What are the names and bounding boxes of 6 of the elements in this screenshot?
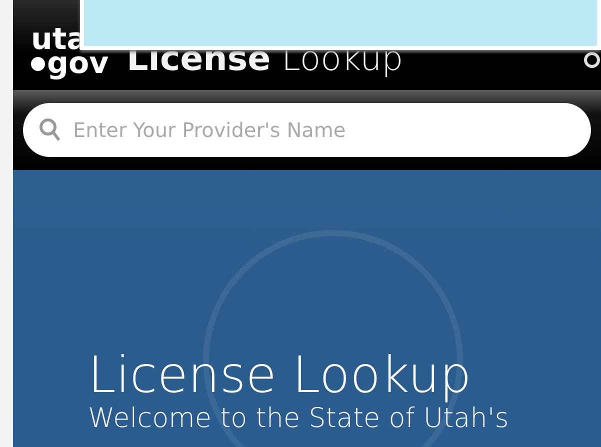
search-icon (39, 118, 61, 142)
search-field[interactable]: Enter Your Provider's Name (23, 103, 591, 157)
dot-icon (31, 57, 45, 71)
app-title: License Lookup (126, 42, 404, 76)
hero-title: License Lookup (88, 348, 472, 403)
hero-subtitle: Welcome to the State of Utah's (88, 403, 510, 436)
